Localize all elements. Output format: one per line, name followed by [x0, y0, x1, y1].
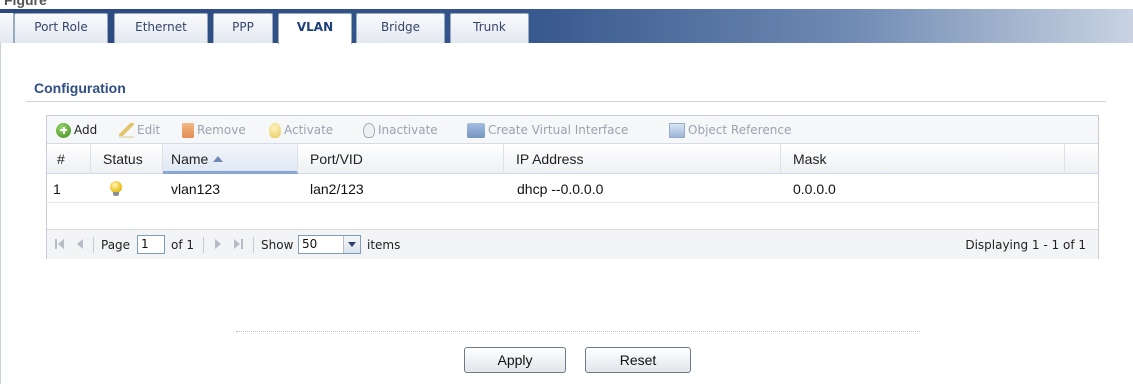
- tab-ppp[interactable]: PPP: [213, 13, 273, 43]
- row-port-vid: lan2/123: [310, 181, 364, 197]
- create-virtual-interface-label: Create Virtual Interface: [488, 123, 629, 137]
- form-divider: [236, 331, 920, 332]
- tab-vlan[interactable]: VLAN: [278, 13, 352, 44]
- show-label: Show: [261, 238, 294, 252]
- vlan-grid: Add Edit Remove Activate Inactivate Crea…: [46, 115, 1099, 259]
- inactivate-label: Inactivate: [378, 123, 438, 137]
- object-reference-icon: [669, 122, 685, 138]
- column-header-ip-address[interactable]: IP Address: [504, 144, 781, 174]
- object-reference-button[interactable]: Object Reference: [669, 122, 791, 138]
- display-count: Displaying 1 - 1 of 1: [965, 238, 1086, 252]
- remove-button[interactable]: Remove: [182, 122, 246, 138]
- table-header: # Status Name Port/VID IP Address Mask: [47, 144, 1098, 174]
- first-page-icon[interactable]: [58, 239, 64, 249]
- add-button[interactable]: Add: [56, 122, 97, 138]
- inactivate-button[interactable]: Inactivate: [363, 122, 438, 138]
- page-number-input[interactable]: 1: [137, 235, 165, 254]
- pager-separator: [93, 237, 94, 253]
- sort-ascending-icon: [213, 156, 224, 162]
- tab-bridge[interactable]: Bridge: [356, 13, 445, 43]
- lightbulb-off-icon: [363, 122, 375, 138]
- edit-label: Edit: [137, 123, 161, 137]
- lightbulb-on-icon: [110, 181, 122, 197]
- row-index: 1: [53, 181, 61, 197]
- create-virtual-interface-button[interactable]: Create Virtual Interface: [467, 122, 628, 138]
- tab-ethernet[interactable]: Ethernet: [114, 13, 208, 43]
- tab-bar: Port Role Ethernet PPP VLAN Bridge Trunk: [0, 9, 1133, 44]
- pagination-bar: Page 1 of 1 Show 50 items Displaying 1 -…: [47, 229, 1098, 259]
- add-icon: [56, 122, 71, 138]
- column-header-filler: [1065, 144, 1099, 174]
- remove-label: Remove: [197, 123, 246, 137]
- column-header-index[interactable]: #: [47, 144, 91, 174]
- table-row[interactable]: 1 vlan123 lan2/123 dhcp --0.0.0.0 0.0.0.…: [47, 175, 1098, 203]
- activate-label: Activate: [284, 123, 334, 137]
- previous-page-icon[interactable]: [77, 239, 83, 249]
- items-label: items: [367, 238, 401, 252]
- column-header-mask[interactable]: Mask: [781, 144, 1065, 174]
- pager-separator: [253, 237, 254, 253]
- tab-port-role[interactable]: Port Role: [14, 13, 108, 43]
- edit-button[interactable]: Edit: [119, 122, 160, 138]
- section-divider: [26, 101, 1106, 102]
- reset-button[interactable]: Reset: [585, 347, 691, 373]
- tab-bar-edge: [0, 13, 14, 43]
- section-title: Configuration: [34, 80, 126, 96]
- page-size-select[interactable]: 50: [298, 235, 361, 254]
- trash-icon: [182, 122, 194, 138]
- row-mask: 0.0.0.0: [793, 181, 836, 197]
- last-page-icon[interactable]: [234, 239, 240, 249]
- chevron-down-icon[interactable]: [343, 236, 360, 253]
- page-of-label: of 1: [171, 238, 195, 252]
- lightbulb-on-icon: [269, 122, 281, 138]
- grid-toolbar: Add Edit Remove Activate Inactivate Crea…: [47, 116, 1098, 144]
- page-size-value: 50: [302, 237, 318, 251]
- row-ip-address: dhcp --0.0.0.0: [517, 181, 604, 197]
- tab-trunk[interactable]: Trunk: [450, 13, 529, 43]
- column-header-name-label: Name: [171, 151, 209, 167]
- column-header-status[interactable]: Status: [91, 144, 163, 174]
- next-page-icon[interactable]: [215, 239, 221, 249]
- pager-separator: [203, 237, 204, 253]
- column-header-name[interactable]: Name: [163, 144, 298, 174]
- activate-button[interactable]: Activate: [269, 122, 333, 138]
- page-label: Page: [101, 238, 131, 252]
- edit-icon: [119, 122, 134, 138]
- column-header-port-vid[interactable]: Port/VID: [298, 144, 504, 174]
- row-name: vlan123: [171, 181, 221, 197]
- virtual-interface-icon: [467, 122, 485, 138]
- object-reference-label: Object Reference: [688, 123, 792, 137]
- add-label: Add: [74, 123, 98, 137]
- apply-button[interactable]: Apply: [464, 347, 566, 373]
- first-page-icon-bar: [55, 239, 57, 249]
- figure-caption-clipped: Figure: [0, 0, 1133, 9]
- last-page-icon-bar: [241, 239, 243, 249]
